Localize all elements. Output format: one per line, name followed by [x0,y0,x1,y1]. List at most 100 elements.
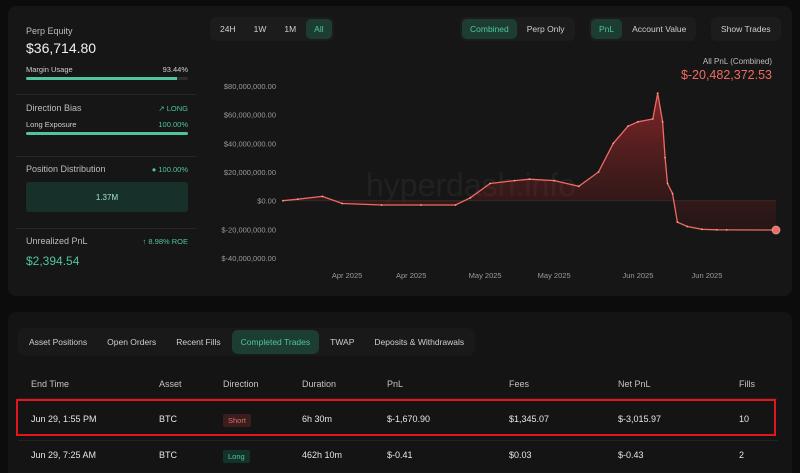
tab-completed-trades[interactable]: Completed Trades [231,330,320,354]
tab-bar: Asset Positions Open Orders Recent Fills… [18,328,476,356]
long-exposure-bar [26,132,188,135]
position-distribution-bar[interactable]: 1.37M [26,182,188,212]
pnl-data-point [661,120,664,123]
tab-twap[interactable]: TWAP [321,330,363,354]
col-fees[interactable]: Fees [509,379,529,389]
x-tick-label: May 2025 [538,271,571,280]
direction-bias-indicator: ↗ LONG [158,104,188,113]
unrealized-pnl-label: Unrealized PnL [26,236,88,246]
pnl-data-point [656,92,659,95]
pnl-data-point [469,196,472,199]
cell-end-time: Jun 29, 7:25 AM [31,450,97,460]
cell-pnl: $-0.41 [387,450,413,460]
y-tick-label: $-20,000,000.00 [221,225,276,234]
pnl-data-point [321,195,324,198]
y-tick-label: $60,000,000.00 [224,111,276,120]
pnl-data-point [664,156,666,159]
pnl-data-point [513,179,516,182]
x-tick-label: Jun 2025 [692,271,723,280]
divider [18,440,778,441]
pnl-data-point [553,179,556,182]
position-distribution-value: 100.00% [158,164,188,174]
arrow-up-icon: ↑ [142,236,147,246]
cell-fills: 2 [739,450,745,460]
y-tick-label: $-40,000,000.00 [221,254,276,263]
col-fills[interactable]: Fills [739,379,755,389]
perp-equity-block: Perp Equity $36,714.80 Margin Usage 93.4… [26,26,188,80]
pnl-data-point [666,182,669,185]
pnl-data-point [651,118,654,120]
pnl-chart[interactable]: hyperdash.info$80,000,000.00$60,000,000.… [208,6,792,296]
pnl-data-point [577,185,580,188]
pnl-data-point [489,182,491,185]
position-distribution-amount: 1.37M [95,192,119,202]
margin-usage-value: 93.44% [162,65,188,74]
position-distribution-block: Position Distribution ● 100.00% 1.37M [26,164,188,212]
y-tick-label: $0.00 [257,197,276,206]
cell-duration: 462h 10m [302,450,343,460]
cell-fees: $0.03 [509,450,532,460]
pnl-data-point [420,204,422,206]
y-tick-label: $20,000,000.00 [224,168,276,177]
divider [16,94,196,95]
dot-icon: ● [151,164,157,174]
cell-net-pnl: $-0.43 [618,450,644,460]
cell-asset: BTC [159,450,177,460]
unrealized-pnl-block: Unrealized PnL ↑ 8.98% ROE $2,394.54 [26,236,188,268]
pnl-data-point [627,125,629,128]
long-exposure-label: Long Exposure [26,120,77,129]
col-end-time[interactable]: End Time [31,379,69,389]
tab-recent-fills[interactable]: Recent Fills [167,330,229,354]
pnl-area [283,93,776,230]
tab-open-orders[interactable]: Open Orders [98,330,165,354]
y-tick-label: $40,000,000.00 [224,139,276,148]
y-tick-label: $80,000,000.00 [224,82,276,91]
direction-bias-label: Direction Bias [26,103,82,113]
perp-equity-label: Perp Equity [26,26,73,36]
pnl-data-point [676,221,679,224]
divider [16,156,196,157]
pnl-chart-panel: 24H 1W 1M All Combined Perp Only PnL Acc… [208,6,792,296]
direction-badge-long: Long [223,450,250,463]
col-net-pnl[interactable]: Net PnL [618,379,651,389]
unrealized-pnl-value: $2,394.54 [26,254,80,268]
position-distribution-indicator: ● 100.00% [152,165,188,174]
x-tick-label: Apr 2025 [396,271,426,280]
direction-bias-value: LONG [166,103,188,113]
perp-equity-value: $36,714.80 [26,40,97,56]
col-direction[interactable]: Direction [223,379,259,389]
pnl-data-point [454,204,457,206]
current-value-marker [771,225,781,235]
margin-usage-fill [26,77,178,80]
pnl-data-point [296,198,299,201]
pnl-data-point [380,204,383,206]
position-distribution-label: Position Distribution [26,164,106,174]
long-exposure-value: 100.00% [158,120,188,129]
col-pnl[interactable]: PnL [387,379,403,389]
pnl-data-point [612,142,615,145]
margin-usage-bar [26,77,188,80]
pnl-data-point [282,199,284,202]
pnl-data-point [637,120,639,123]
margin-usage-label: Margin Usage [26,65,73,74]
pnl-data-point [528,178,531,181]
unrealized-roe-indicator: ↑ 8.98% ROE [143,237,188,246]
tab-deposits-withdrawals[interactable]: Deposits & Withdrawals [365,330,473,354]
x-tick-label: May 2025 [469,271,502,280]
direction-bias-block: Direction Bias ↗ LONG Long Exposure 100.… [26,103,188,135]
tab-asset-positions[interactable]: Asset Positions [20,330,96,354]
col-duration[interactable]: Duration [302,379,336,389]
pnl-data-point [671,192,674,195]
pnl-data-point [597,171,600,173]
highlight-box [16,399,776,436]
col-asset[interactable]: Asset [159,379,182,389]
pnl-data-point [341,202,344,205]
x-tick-label: Jun 2025 [623,271,654,280]
pnl-data-point [715,228,718,231]
x-tick-label: Apr 2025 [332,271,362,280]
summary-column: Perp Equity $36,714.80 Margin Usage 93.4… [16,6,196,296]
divider [16,228,196,229]
unrealized-roe: 8.98% ROE [148,236,188,246]
pnl-data-point [701,228,703,231]
pnl-data-point [686,225,689,228]
